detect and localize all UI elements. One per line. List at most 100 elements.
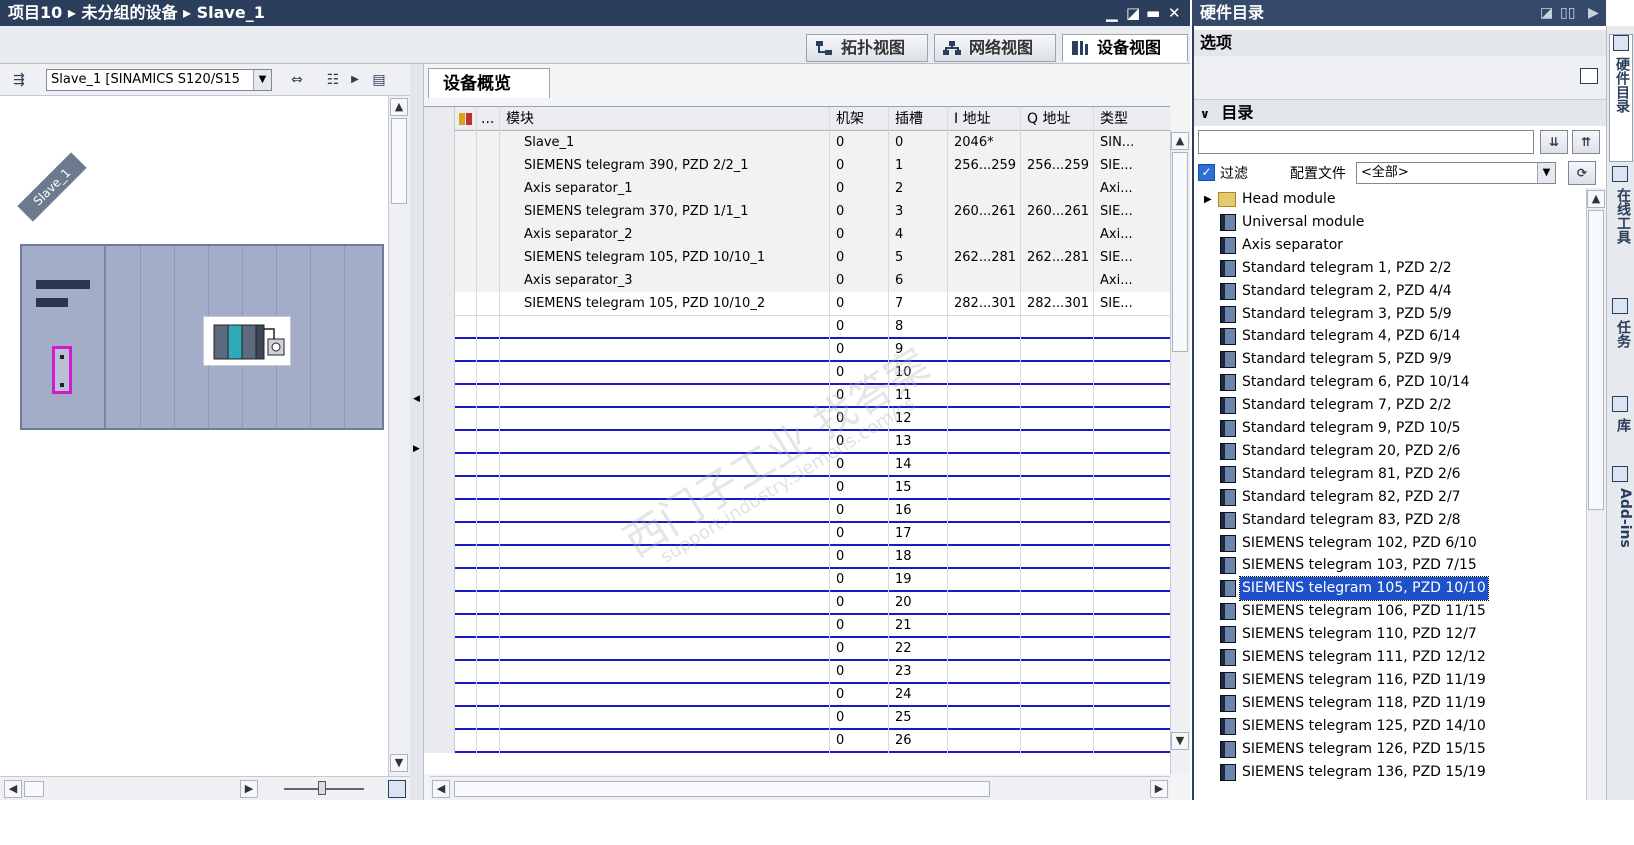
options-toggle-icon[interactable] bbox=[1580, 68, 1598, 84]
cell-type[interactable] bbox=[1094, 453, 1170, 477]
scroll-up-icon[interactable]: ▲ bbox=[1587, 190, 1605, 208]
cell-i-address[interactable] bbox=[948, 614, 1020, 638]
cell-rack[interactable]: 0 bbox=[830, 499, 888, 523]
catalog-item[interactable]: SIEMENS telegram 126, PZD 15/15 bbox=[1194, 738, 1586, 761]
cell-q-address[interactable]: 282...301 bbox=[1021, 292, 1093, 316]
cell-type[interactable] bbox=[1094, 683, 1170, 707]
cell-q-address[interactable] bbox=[1021, 522, 1093, 546]
column-header-i-address[interactable]: I 地址 bbox=[948, 107, 1020, 131]
cell-q-address[interactable]: 256...259 bbox=[1021, 154, 1093, 178]
catalog-item[interactable]: Standard telegram 20, PZD 2/6 bbox=[1194, 440, 1586, 463]
cell-i-address[interactable]: 262...281 bbox=[948, 246, 1020, 270]
table-row[interactable]: 0 22 bbox=[424, 637, 1170, 661]
cell-type[interactable]: SIE... bbox=[1094, 200, 1170, 224]
cell-module[interactable] bbox=[500, 522, 830, 546]
cell-slot[interactable]: 16 bbox=[889, 499, 947, 523]
minimize-icon[interactable]: ▁ bbox=[1106, 0, 1118, 26]
table-row[interactable]: 0 21 bbox=[424, 614, 1170, 638]
cell-module[interactable]: SIEMENS telegram 390, PZD 2/2_1 bbox=[500, 154, 830, 178]
column-header[interactable]: ... bbox=[477, 107, 500, 131]
cell-i-address[interactable]: 282...301 bbox=[948, 292, 1020, 316]
cell-q-address[interactable]: 260...261 bbox=[1021, 200, 1093, 224]
cell-slot[interactable]: 22 bbox=[889, 637, 947, 661]
catalog-item[interactable]: Universal module bbox=[1194, 211, 1586, 234]
cell-rack[interactable]: 0 bbox=[830, 706, 888, 730]
dock-tab-add-ins[interactable]: Add-ins bbox=[1609, 466, 1633, 576]
tab-device-overview[interactable]: 设备概览 bbox=[428, 68, 550, 98]
cell-type[interactable] bbox=[1094, 545, 1170, 569]
cell-q-address[interactable] bbox=[1021, 361, 1093, 385]
table-row[interactable]: 0 11 bbox=[424, 384, 1170, 408]
cell-slot[interactable]: 23 bbox=[889, 660, 947, 684]
pane-splitter[interactable]: ◀ ▶ bbox=[410, 64, 424, 800]
horizontal-scrollbar[interactable]: ◀ ▶ bbox=[0, 776, 410, 800]
row-gutter[interactable] bbox=[424, 729, 455, 753]
cell-module[interactable] bbox=[500, 407, 830, 431]
table-row[interactable]: Slave_1 0 0 2046* SIN... bbox=[424, 131, 1170, 155]
scroll-thumb[interactable] bbox=[391, 118, 407, 204]
cell-module[interactable] bbox=[500, 453, 830, 477]
device-selector[interactable]: Slave_1 [SINAMICS S120/S15 ▼ bbox=[46, 69, 272, 91]
cell-module[interactable] bbox=[500, 361, 830, 385]
table-row[interactable]: 0 14 bbox=[424, 453, 1170, 477]
cell-i-address[interactable]: 260...261 bbox=[948, 200, 1020, 224]
cell-i-address[interactable] bbox=[948, 453, 1020, 477]
search-up-icon[interactable]: ⇈ bbox=[1572, 130, 1600, 154]
catalog-item[interactable]: SIEMENS telegram 118, PZD 11/19 bbox=[1194, 692, 1586, 715]
cell-module[interactable] bbox=[500, 315, 830, 339]
cell-q-address[interactable] bbox=[1021, 407, 1093, 431]
row-gutter[interactable] bbox=[424, 591, 455, 615]
table-row[interactable]: 0 12 bbox=[424, 407, 1170, 431]
dock-tab-online-tools[interactable]: 在线工具 bbox=[1609, 166, 1633, 294]
catalog-item[interactable]: Standard telegram 83, PZD 2/8 bbox=[1194, 509, 1586, 532]
cell-q-address[interactable] bbox=[1021, 614, 1093, 638]
cell-module[interactable] bbox=[500, 683, 830, 707]
cell-module[interactable]: Axis separator_2 bbox=[500, 223, 830, 247]
cell-i-address[interactable] bbox=[948, 591, 1020, 615]
catalog-item[interactable]: Standard telegram 4, PZD 6/14 bbox=[1194, 325, 1586, 348]
cell-q-address[interactable] bbox=[1021, 131, 1093, 155]
cell-rack[interactable]: 0 bbox=[830, 384, 888, 408]
vertical-scrollbar[interactable]: ▲ bbox=[1586, 188, 1606, 800]
show-module-labels-icon[interactable]: ☷ bbox=[322, 69, 344, 91]
cell-module[interactable] bbox=[500, 614, 830, 638]
row-gutter[interactable] bbox=[424, 200, 455, 224]
cell-q-address[interactable] bbox=[1021, 269, 1093, 293]
catalog-item[interactable]: SIEMENS telegram 136, PZD 15/19 bbox=[1194, 761, 1586, 784]
cell-rack[interactable]: 0 bbox=[830, 338, 888, 362]
cell-rack[interactable]: 0 bbox=[830, 292, 888, 316]
catalog-refresh-icon[interactable]: ⟳ bbox=[1568, 161, 1596, 185]
cell-module[interactable]: SIEMENS telegram 105, PZD 10/10_1 bbox=[500, 246, 830, 270]
cell-slot[interactable]: 13 bbox=[889, 430, 947, 454]
cell-rack[interactable]: 0 bbox=[830, 522, 888, 546]
table-row[interactable]: 0 19 bbox=[424, 568, 1170, 592]
dock-tab-catalog[interactable]: 硬件目录 bbox=[1609, 34, 1633, 162]
cell-rack[interactable]: 0 bbox=[830, 131, 888, 155]
catalog-item[interactable]: Standard telegram 7, PZD 2/2 bbox=[1194, 394, 1586, 417]
cell-rack[interactable]: 0 bbox=[830, 223, 888, 247]
scroll-thumb[interactable] bbox=[1172, 152, 1188, 352]
cell-rack[interactable]: 0 bbox=[830, 200, 888, 224]
cell-slot[interactable]: 12 bbox=[889, 407, 947, 431]
cell-q-address[interactable] bbox=[1021, 223, 1093, 247]
catalog-item[interactable]: SIEMENS telegram 125, PZD 14/10 bbox=[1194, 715, 1586, 738]
maximize-icon[interactable]: ▬ bbox=[1146, 0, 1160, 26]
tab-topology-view[interactable]: 拓扑视图 bbox=[806, 34, 928, 62]
scroll-left-icon[interactable]: ◀ bbox=[4, 780, 22, 798]
cell-slot[interactable]: 10 bbox=[889, 361, 947, 385]
cell-type[interactable] bbox=[1094, 476, 1170, 500]
table-row[interactable]: 0 25 bbox=[424, 706, 1170, 730]
catalog-search-input[interactable] bbox=[1198, 130, 1534, 154]
catalog-section-header[interactable]: ∨ 目录 bbox=[1194, 100, 1606, 126]
cell-module[interactable] bbox=[500, 591, 830, 615]
catalog-item[interactable]: Standard telegram 1, PZD 2/2 bbox=[1194, 257, 1586, 280]
row-gutter[interactable] bbox=[424, 177, 455, 201]
tab-network-view[interactable]: 网络视图 bbox=[934, 34, 1056, 62]
cell-q-address[interactable] bbox=[1021, 729, 1093, 753]
catalog-item[interactable]: SIEMENS telegram 111, PZD 12/12 bbox=[1194, 646, 1586, 669]
row-gutter[interactable] bbox=[424, 660, 455, 684]
restore-icon[interactable]: ◪ bbox=[1126, 0, 1140, 26]
row-gutter[interactable] bbox=[424, 223, 455, 247]
cell-rack[interactable]: 0 bbox=[830, 315, 888, 339]
cell-slot[interactable]: 1 bbox=[889, 154, 947, 178]
